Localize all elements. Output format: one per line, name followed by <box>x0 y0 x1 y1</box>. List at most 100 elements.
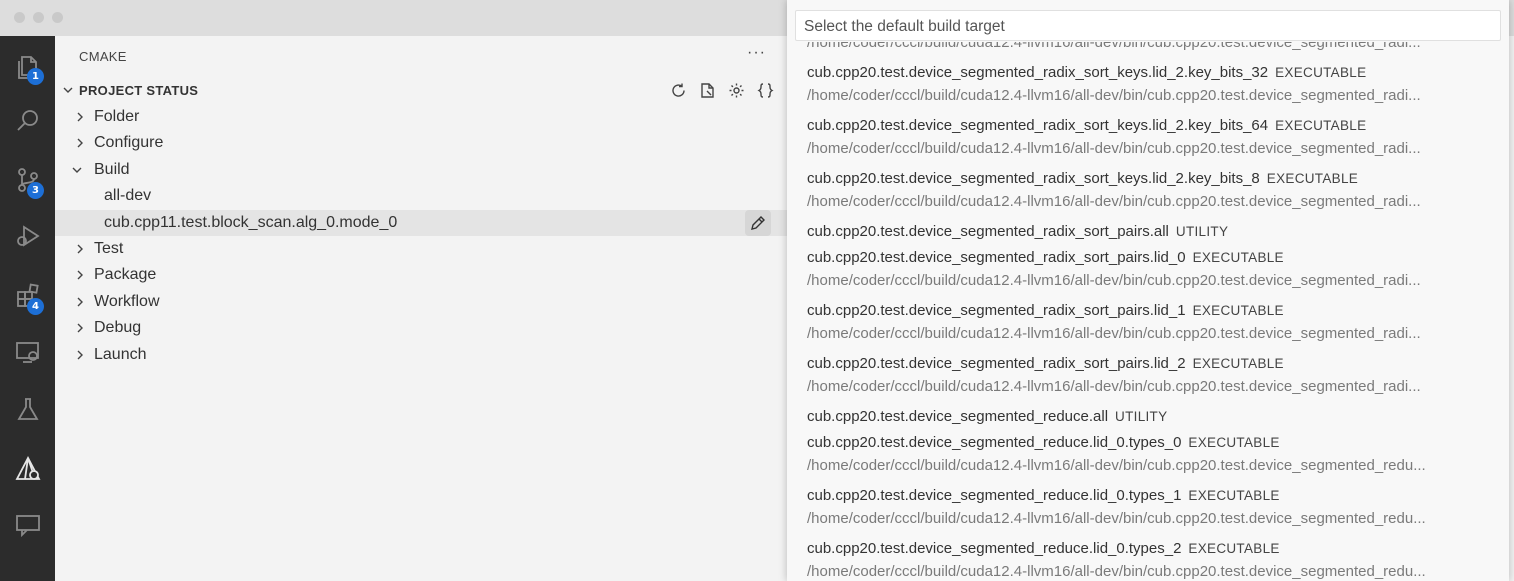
section-title: PROJECT STATUS <box>79 83 199 98</box>
tree-item-build-preset[interactable]: all-dev <box>55 183 788 209</box>
list-item[interactable]: cub.cpp20.test.device_segmented_radix_so… <box>787 62 1509 115</box>
target-kind: EXECUTABLE <box>1192 303 1284 318</box>
tree-item-label: Launch <box>94 346 147 363</box>
partial-item-path: /home/coder/cccl/build/cuda12.4-llvm16/a… <box>807 42 1421 51</box>
list-item[interactable]: cub.cpp20.test.device_segmented_radix_so… <box>787 300 1509 353</box>
tree-item-label: Configure <box>94 134 164 151</box>
target-name: cub.cpp20.test.device_segmented_reduce.a… <box>807 408 1109 425</box>
maximize-window-button[interactable] <box>52 12 63 23</box>
target-path: /home/coder/cccl/build/cuda12.4-llvm16/a… <box>807 272 1421 289</box>
quick-pick-list[interactable]: /home/coder/cccl/build/cuda12.4-llvm16/a… <box>787 42 1509 581</box>
project-status-section-header[interactable]: PROJECT STATUS <box>55 80 788 102</box>
tree-item-label: Folder <box>94 108 140 125</box>
close-window-button[interactable] <box>14 12 25 23</box>
target-name: cub.cpp20.test.device_segmented_radix_so… <box>807 64 1269 81</box>
activity-source-control[interactable]: 3 <box>0 152 55 208</box>
target-path: /home/coder/cccl/build/cuda12.4-llvm16/a… <box>807 87 1421 104</box>
chevron-down-icon <box>72 167 82 173</box>
minimize-window-button[interactable] <box>33 12 44 23</box>
tree-item-build-target[interactable]: cub.cpp11.test.block_scan.alg_0.mode_0 <box>55 210 788 236</box>
extensions-badge: 4 <box>27 298 44 315</box>
target-name: cub.cpp20.test.device_segmented_radix_so… <box>807 302 1186 319</box>
tree-item-label: cub.cpp11.test.block_scan.alg_0.mode_0 <box>104 214 398 231</box>
tree-item-label: Build <box>94 161 130 178</box>
target-kind: EXECUTABLE <box>1192 356 1284 371</box>
tree-item-label: Debug <box>94 319 142 336</box>
list-item[interactable]: cub.cpp20.test.device_segmented_radix_so… <box>787 168 1509 221</box>
open-json-icon[interactable] <box>756 81 774 99</box>
target-name: cub.cpp20.test.device_segmented_reduce.l… <box>807 434 1182 451</box>
target-kind: UTILITY <box>1175 224 1229 239</box>
target-kind: EXECUTABLE <box>1266 171 1359 186</box>
tree-item-configure[interactable]: Configure <box>55 130 788 156</box>
list-item[interactable]: cub.cpp20.test.device_segmented_radix_so… <box>787 353 1509 406</box>
list-item[interactable]: cub.cpp20.test.device_segmented_radix_so… <box>787 247 1509 300</box>
chevron-right-icon <box>77 244 83 254</box>
settings-gear-icon[interactable] <box>727 81 745 99</box>
target-path: /home/coder/cccl/build/cuda12.4-llvm16/a… <box>807 140 1421 157</box>
run-debug-icon <box>16 225 40 247</box>
activity-cmake[interactable] <box>0 441 55 497</box>
target-path: /home/coder/cccl/build/cuda12.4-llvm16/a… <box>807 193 1421 210</box>
target-kind: EXECUTABLE <box>1275 118 1367 133</box>
list-item[interactable]: cub.cpp20.test.device_segmented_reduce.l… <box>787 485 1509 538</box>
chevron-right-icon <box>77 270 83 280</box>
activity-testing[interactable] <box>0 381 55 437</box>
chevron-right-icon <box>77 297 83 307</box>
more-actions-icon[interactable]: ··· <box>747 44 766 62</box>
target-kind: EXECUTABLE <box>1188 488 1280 503</box>
chevron-down-icon <box>63 87 73 93</box>
chevron-right-icon <box>77 138 83 148</box>
target-name: cub.cpp20.test.device_segmented_reduce.l… <box>807 540 1182 557</box>
quick-pick-input[interactable]: Select the default build target <box>795 10 1501 41</box>
remote-explorer-icon <box>15 342 39 363</box>
activity-chat[interactable] <box>0 496 55 552</box>
tree-item-label: Package <box>94 266 157 283</box>
target-name: cub.cpp20.test.device_segmented_radix_so… <box>807 249 1186 266</box>
tree-item-debug[interactable]: Debug <box>55 315 788 341</box>
quick-pick-panel: Select the default build target /home/co… <box>787 0 1509 581</box>
target-name: cub.cpp20.test.device_segmented_radix_so… <box>807 223 1169 240</box>
list-item[interactable]: cub.cpp20.test.device_segmented_radix_so… <box>787 115 1509 168</box>
pencil-icon <box>751 216 765 230</box>
explorer-badge: 1 <box>27 68 44 85</box>
list-item[interactable]: cub.cpp20.test.device_segmented_reduce.l… <box>787 432 1509 485</box>
activity-search[interactable] <box>0 93 55 149</box>
activity-explorer[interactable]: 1 <box>0 38 55 94</box>
tree-item-label: Test <box>94 240 124 257</box>
target-name: cub.cpp20.test.device_segmented_radix_so… <box>807 355 1186 372</box>
list-item[interactable]: cub.cpp20.test.device_segmented_reduce.a… <box>787 406 1509 432</box>
target-kind: EXECUTABLE <box>1188 435 1280 450</box>
chevron-right-icon <box>77 112 83 122</box>
target-kind: EXECUTABLE <box>1275 65 1367 80</box>
target-path: /home/coder/cccl/build/cuda12.4-llvm16/a… <box>807 378 1421 395</box>
target-name: cub.cpp20.test.device_segmented_reduce.l… <box>807 487 1182 504</box>
tree-item-build[interactable]: Build <box>55 157 788 183</box>
tree-item-test[interactable]: Test <box>55 236 788 262</box>
edit-build-target-button[interactable] <box>745 210 771 236</box>
delete-cache-reconfigure-icon[interactable] <box>698 81 716 99</box>
chevron-right-icon <box>77 323 83 333</box>
list-item[interactable]: cub.cpp20.test.device_segmented_radix_so… <box>787 221 1509 247</box>
target-kind: UTILITY <box>1115 409 1168 424</box>
chat-icon <box>15 515 40 538</box>
tree-item-workflow[interactable]: Workflow <box>55 289 788 315</box>
target-name: cub.cpp20.test.device_segmented_radix_so… <box>807 117 1269 134</box>
tree-item-folder[interactable]: Folder <box>55 104 788 130</box>
cmake-icon <box>15 456 40 480</box>
tree-item-label: Workflow <box>94 293 160 310</box>
tree-item-launch[interactable]: Launch <box>55 342 788 368</box>
activity-run-debug[interactable] <box>0 208 55 264</box>
activity-extensions[interactable]: 4 <box>0 268 55 324</box>
source-control-badge: 3 <box>27 182 44 199</box>
target-path: /home/coder/cccl/build/cuda12.4-llvm16/a… <box>807 457 1426 474</box>
refresh-icon[interactable] <box>669 81 687 99</box>
tree-item-label: all-dev <box>104 187 152 204</box>
tree-item-package[interactable]: Package <box>55 262 788 288</box>
list-item[interactable]: cub.cpp20.test.device_segmented_reduce.l… <box>787 538 1509 581</box>
sidebar-title: CMAKE <box>79 49 127 64</box>
target-kind: EXECUTABLE <box>1188 541 1280 556</box>
testing-icon <box>16 398 39 420</box>
activity-remote-explorer[interactable] <box>0 324 55 380</box>
target-path: /home/coder/cccl/build/cuda12.4-llvm16/a… <box>807 563 1426 580</box>
